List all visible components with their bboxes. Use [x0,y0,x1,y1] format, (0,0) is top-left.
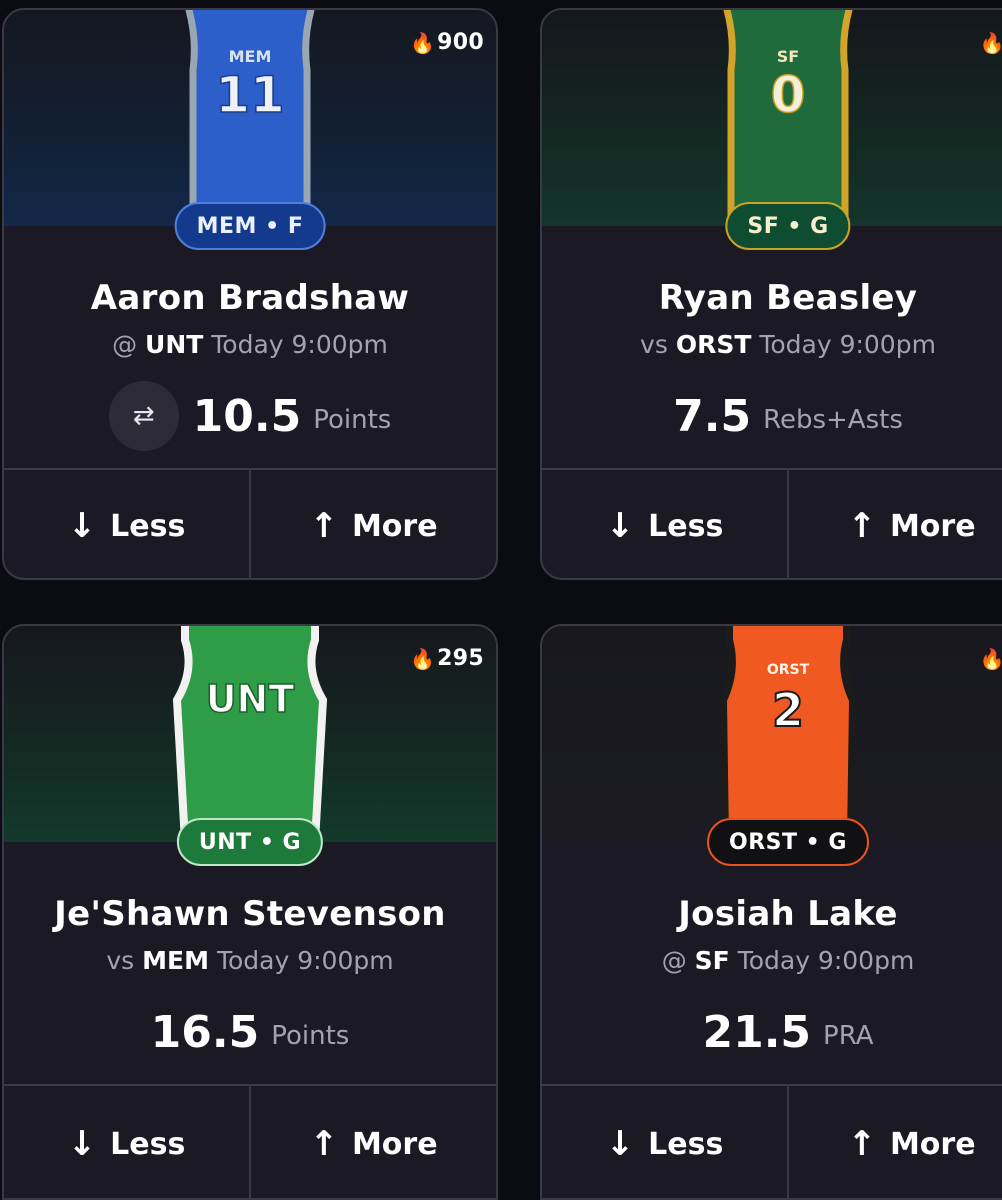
jersey-image: MEM 11 [185,10,315,216]
svg-text:MEM: MEM [229,47,272,66]
line-value: 21.5 [702,1006,812,1058]
arrow-up-icon: ↑ [309,506,338,546]
svg-text:ORST: ORST [767,662,810,678]
popularity-count: 🔥 40 [980,30,1002,55]
team-position-badge: ORST • G [707,818,869,866]
matchup: vs ORST Today 9:00pm [542,330,1002,359]
game-time: Today 9:00pm [759,330,936,359]
arrow-down-icon: ↓ [67,506,97,546]
arrow-down-icon: ↓ [605,506,635,546]
flame-icon: 🔥 [409,646,436,671]
less-button[interactable]: ↓ Less [4,470,249,578]
jersey-image: UNT [172,626,328,842]
matchup-prefix: vs [106,946,135,975]
game-time: Today 9:00pm [216,946,394,975]
stat-type: Points [313,405,392,435]
svg-text:UNT: UNT [206,677,295,721]
player-name: Je'Shawn Stevenson [54,894,446,934]
jersey-image: SF 0 [723,10,853,216]
projections-grid: MEM 11 🔥 900 MEM • F Aaron Bradshaw @ UN… [0,0,1002,1200]
svg-text:2: 2 [772,683,804,737]
less-button[interactable]: ↓ Less [542,470,787,578]
opponent: MEM [142,946,210,975]
projection-line: 21.5 PRA [542,992,1002,1072]
team-position-badge: MEM • F [174,202,326,250]
popularity-count: 🔥 25 [980,646,1002,671]
team-position-badge: UNT • G [176,818,324,866]
matchup-prefix: @ [661,946,687,975]
stat-type: Points [271,1021,350,1051]
projection-card[interactable]: MEM 11 🔥 900 MEM • F Aaron Bradshaw @ UN… [2,8,498,580]
projection-card[interactable]: SF 0 🔥 40 SF • G Ryan Beasley vs ORST To… [540,8,1002,580]
stat-type: Rebs+Asts [763,405,903,435]
svg-text:0: 0 [771,66,806,124]
card-hero: ORST 2 [542,626,1002,842]
arrow-up-icon: ↑ [847,1124,876,1164]
projection-line: 16.5 Points [4,992,496,1072]
flame-icon: 🔥 [980,647,1002,671]
team-position-badge: SF • G [725,202,851,250]
projection-line: ⇄ 10.5 Points [4,376,496,456]
more-button[interactable]: ↑ More [787,1086,1002,1198]
matchup: vs MEM Today 9:00pm [4,946,496,975]
stat-type: PRA [823,1021,874,1051]
matchup-prefix: @ [112,330,138,359]
arrow-down-icon: ↓ [67,1124,97,1164]
card-hero: SF 0 [542,10,1002,226]
opponent: UNT [145,330,204,359]
jersey-image: ORST 2 [718,626,858,842]
swap-arrows-icon[interactable]: ⇄ [108,381,179,451]
pick-actions: ↓ Less ↑ More [542,468,1002,578]
pick-actions: ↓ Less ↑ More [542,1084,1002,1198]
arrow-up-icon: ↑ [309,1124,338,1164]
pick-actions: ↓ Less ↑ More [4,468,496,578]
more-button[interactable]: ↑ More [249,470,496,578]
svg-text:11: 11 [215,66,285,124]
projection-line: 7.5 Rebs+Asts [542,376,1002,456]
arrow-up-icon: ↑ [847,506,876,546]
game-time: Today 9:00pm [737,946,915,975]
line-value: 10.5 [192,390,302,442]
matchup: @ UNT Today 9:00pm [4,330,496,359]
player-name: Josiah Lake [678,894,898,934]
opponent: SF [694,946,730,975]
less-button[interactable]: ↓ Less [542,1086,787,1198]
player-name: Ryan Beasley [658,278,918,318]
flame-icon: 🔥 [409,30,436,55]
less-button[interactable]: ↓ Less [4,1086,249,1198]
matchup-prefix: vs [640,330,668,359]
svg-text:SF: SF [777,47,799,66]
game-time: Today 9:00pm [211,330,388,359]
projection-card[interactable]: UNT 🔥 295 UNT • G Je'Shawn Stevenson vs … [2,624,498,1200]
arrow-down-icon: ↓ [605,1124,635,1164]
matchup: @ SF Today 9:00pm [542,946,1002,975]
line-value: 16.5 [150,1006,260,1058]
pick-actions: ↓ Less ↑ More [4,1084,496,1198]
flame-icon: 🔥 [980,31,1002,55]
player-name: Aaron Bradshaw [90,278,410,318]
more-button[interactable]: ↑ More [249,1086,496,1198]
more-button[interactable]: ↑ More [787,470,1002,578]
popularity-count: 🔥 900 [409,30,484,55]
opponent: ORST [675,330,752,359]
projection-card[interactable]: ORST 2 🔥 25 ORST • G Josiah Lake @ SF To… [540,624,1002,1200]
popularity-count: 🔥 295 [409,646,484,671]
line-value: 7.5 [673,390,752,442]
